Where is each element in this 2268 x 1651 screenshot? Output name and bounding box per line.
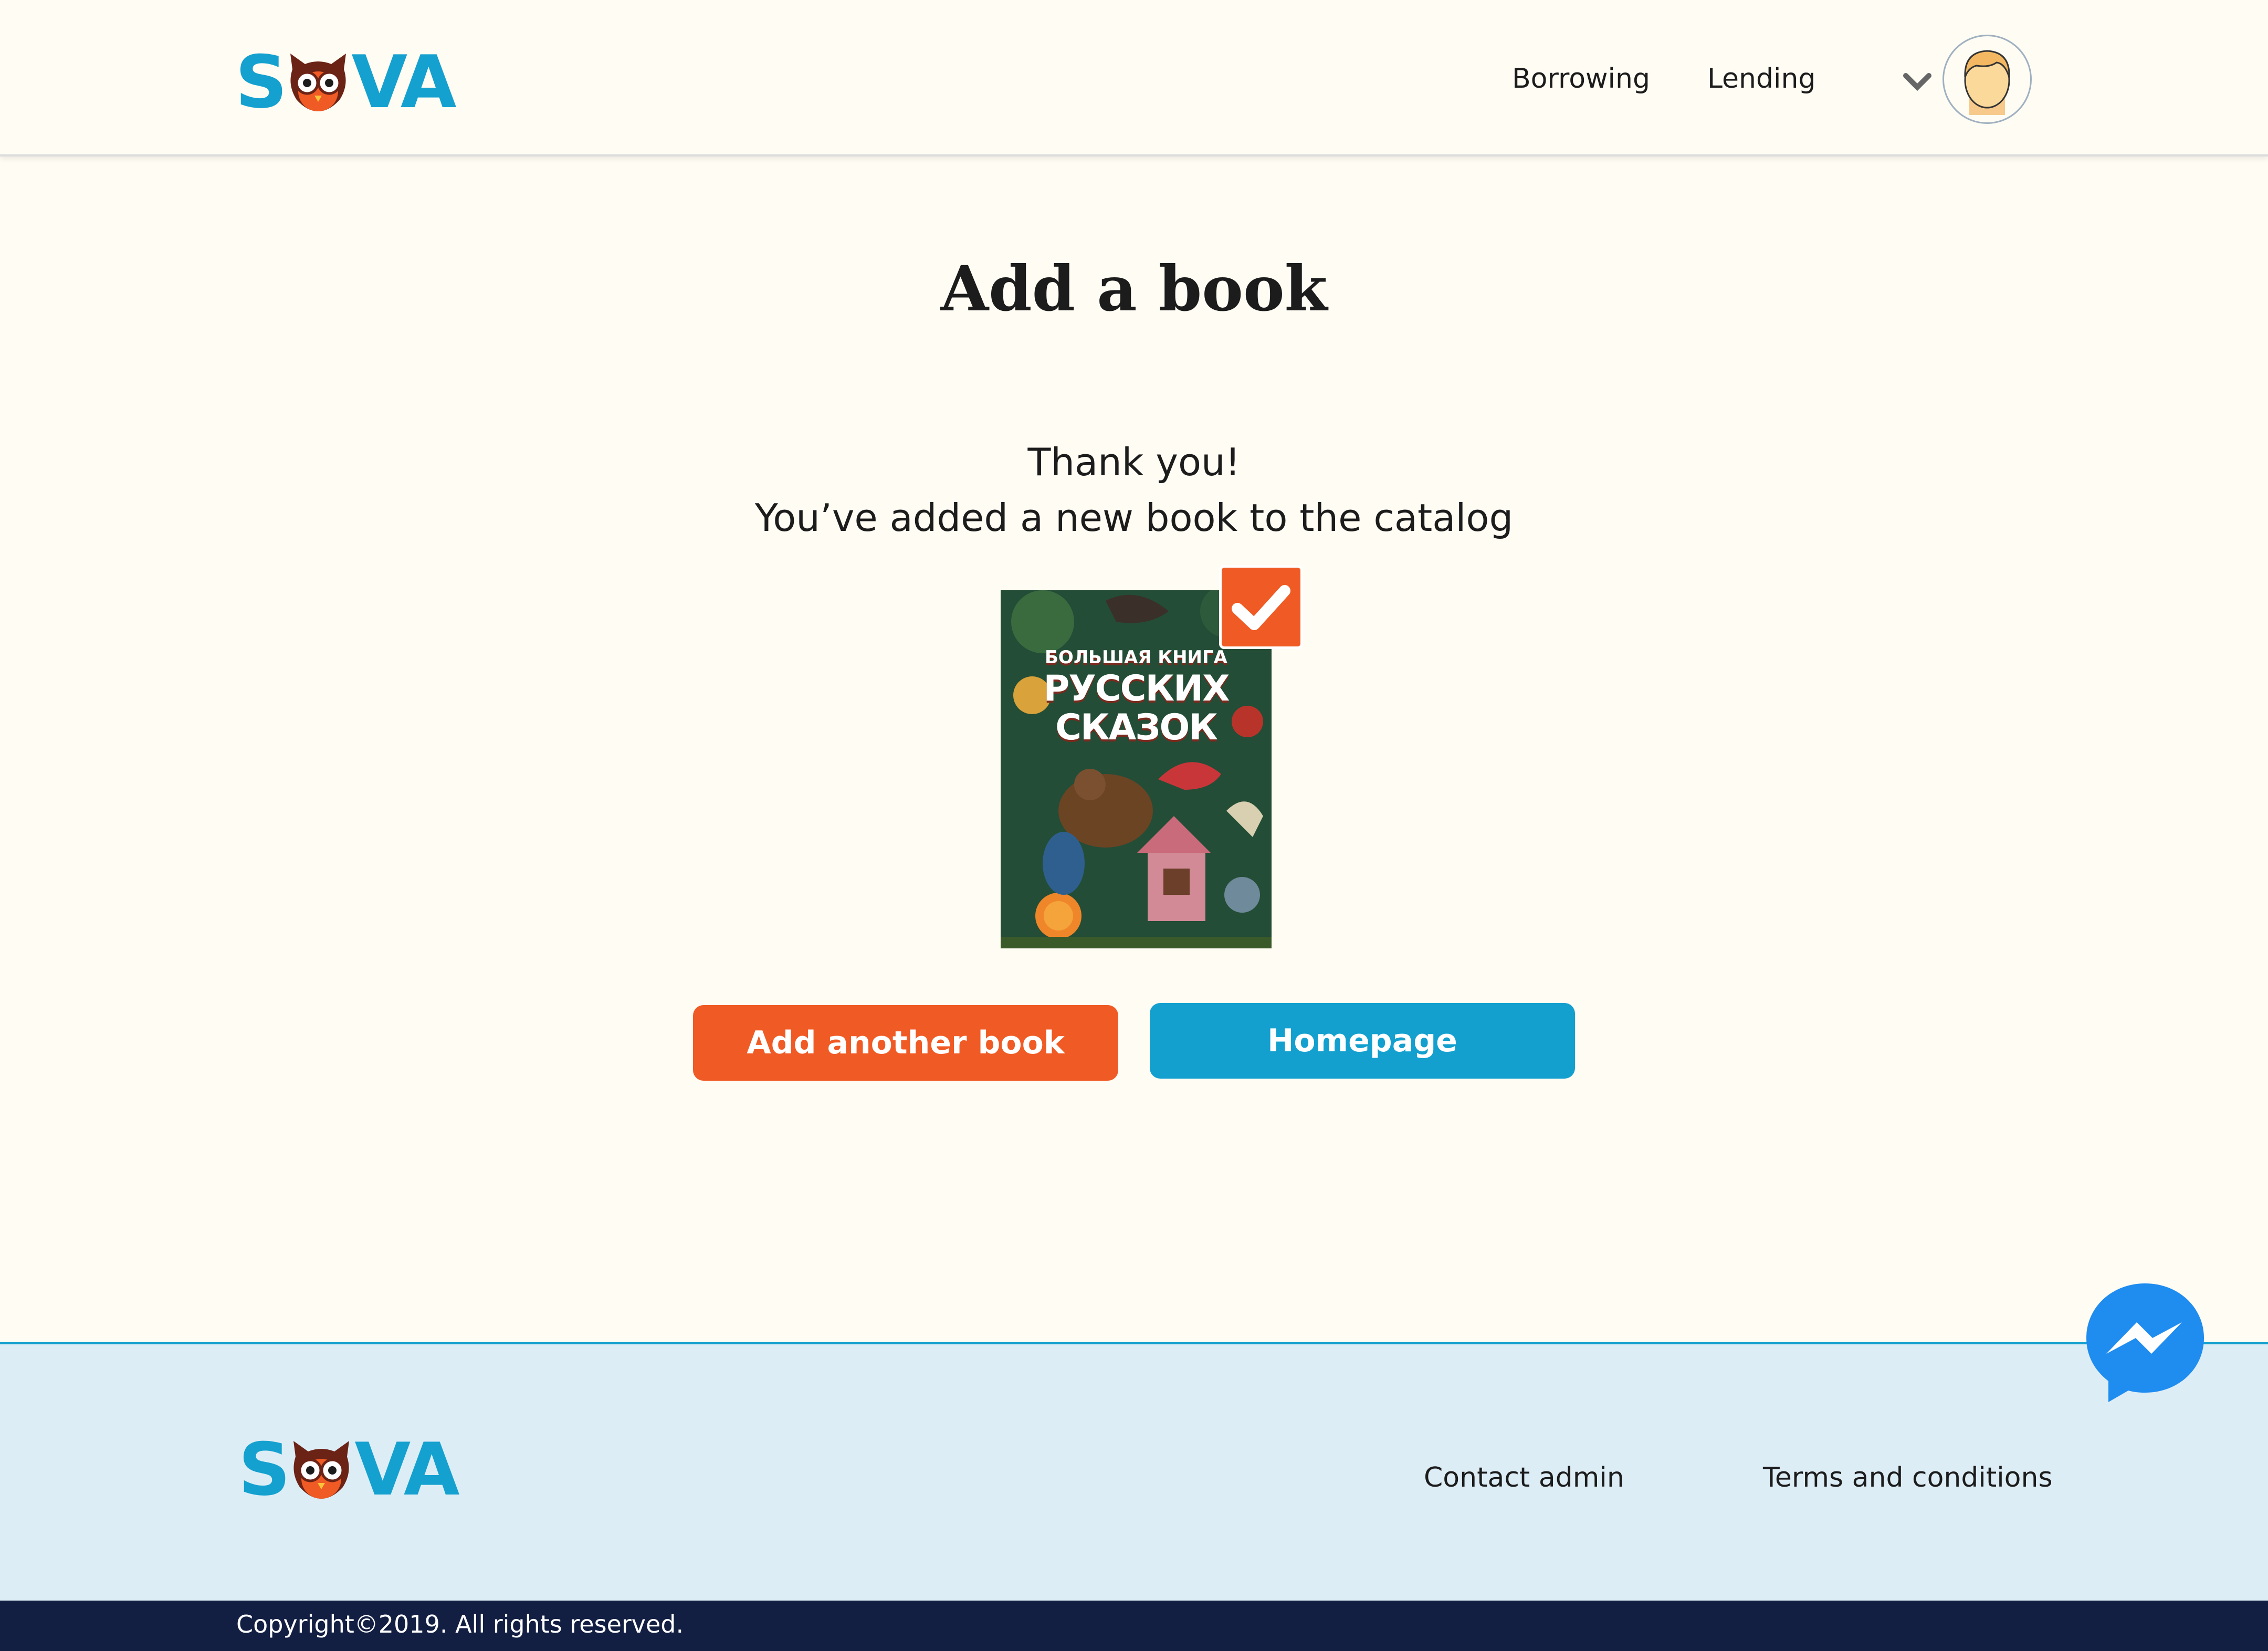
added-checkmark-badge: [1219, 565, 1303, 649]
footer-logo-text-left: S: [238, 1427, 290, 1512]
site-header: S VA Borrowing Lending: [0, 0, 2268, 156]
contact-admin-link[interactable]: Contact admin: [1424, 1462, 1624, 1493]
add-another-book-button[interactable]: Add another book: [693, 1005, 1118, 1081]
copyright-text: Copyright©2019. All rights reserved.: [236, 1610, 684, 1638]
checkmark-icon: [1232, 585, 1290, 630]
nav-borrowing[interactable]: Borrowing: [1512, 63, 1650, 95]
footer-owl-icon: [293, 1441, 350, 1499]
cover-title-line1: БОЛЬШАЯ КНИГА: [1045, 647, 1227, 668]
page-title: Add a book: [940, 252, 1328, 325]
nav-lending[interactable]: Lending: [1707, 63, 1815, 95]
messenger-icon: [2086, 1283, 2204, 1402]
logo-text-left: S: [235, 40, 287, 124]
confirmation-message: You’ve added a new book to the catalog: [754, 496, 1514, 540]
thank-you-message: Thank you!: [1027, 440, 1241, 484]
logo-text-right: VA: [351, 40, 456, 124]
user-avatar[interactable]: [1942, 35, 2032, 124]
terms-and-conditions-link[interactable]: Terms and conditions: [1763, 1462, 2053, 1493]
chevron-down-icon[interactable]: [1903, 71, 1932, 92]
homepage-button[interactable]: Homepage: [1150, 1003, 1575, 1079]
copyright-bar: Copyright©2019. All rights reserved.: [0, 1601, 2268, 1651]
site-footer: S VA Contact admin Terms and conditions: [0, 1342, 2268, 1603]
footer-sova-logo[interactable]: S VA: [238, 1427, 460, 1512]
user-avatar-icon: [1964, 50, 2010, 115]
cover-title-line3: СКАЗОК: [1055, 707, 1218, 748]
owl-icon: [290, 54, 346, 111]
messenger-chat-button[interactable]: [2082, 1277, 2208, 1403]
sova-logo[interactable]: S VA: [235, 40, 457, 124]
cover-title-line2: РУССКИХ: [1043, 668, 1230, 709]
footer-logo-text-right: VA: [354, 1427, 459, 1512]
